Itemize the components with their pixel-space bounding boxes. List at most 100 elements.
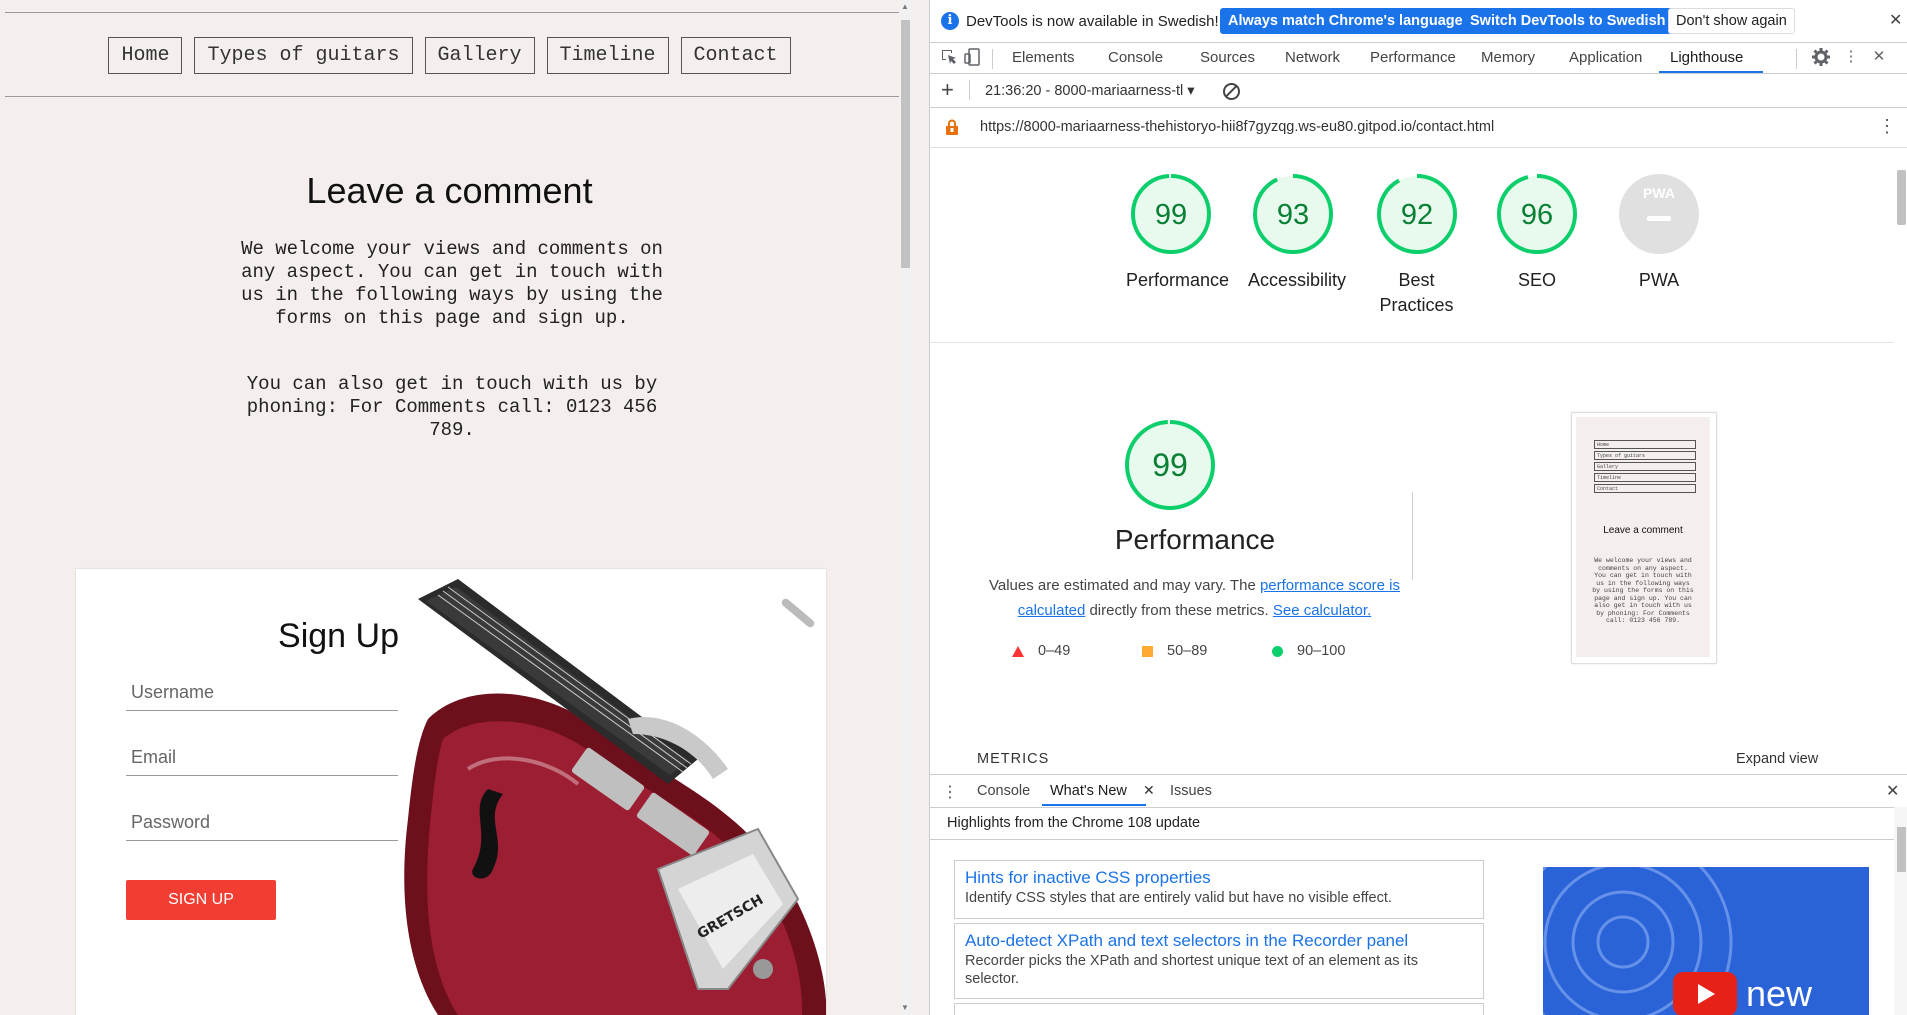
gauge-best-practices[interactable]: 92 Best Practices — [1369, 172, 1464, 318]
scroll-down-arrow-icon[interactable]: ▼ — [901, 1003, 909, 1012]
performance-big-ring: 99 — [1125, 420, 1215, 510]
play-video-icon[interactable] — [1673, 972, 1737, 1015]
splitter[interactable] — [911, 0, 929, 1015]
whats-new-scrollbar[interactable] — [1894, 807, 1907, 1015]
drawer-tab-console[interactable]: Console — [977, 783, 1030, 799]
fail-triangle-icon — [1012, 645, 1024, 657]
whats-new-item-desc: Identify CSS styles that are entirely va… — [965, 890, 1392, 906]
site-nav: Home Types of guitars Gallery Timeline C… — [0, 37, 899, 74]
report-selector[interactable]: 21:36:20 - 8000-mariaarness-tl ▾ — [985, 83, 1195, 99]
gauge-accessibility[interactable]: 93 Accessibility — [1248, 172, 1347, 293]
expand-view-toggle[interactable]: Expand view — [1736, 751, 1818, 767]
gauge-best-practices-score: 92 — [1400, 199, 1432, 231]
nav-home-link[interactable]: Home — [108, 37, 183, 74]
new-report-plus-icon[interactable]: + — [941, 77, 954, 103]
tab-performance[interactable]: Performance — [1370, 49, 1456, 66]
password-input[interactable] — [126, 805, 401, 841]
comment-intro-text: We welcome your views and comments on an… — [241, 238, 663, 329]
whats-new-item[interactable]: Hints for inactive CSS properties Identi… — [954, 860, 1484, 919]
nav-types-link[interactable]: Types of guitars — [194, 37, 413, 74]
more-options-icon[interactable]: ⋮ — [1842, 48, 1860, 66]
gauge-accessibility-label: Accessibility — [1248, 270, 1347, 290]
thumbnail-page: Home Types of guitars Gallery Timeline C… — [1576, 417, 1710, 657]
tab-lighthouse[interactable]: Lighthouse — [1670, 49, 1743, 66]
tab-sources[interactable]: Sources — [1200, 49, 1255, 66]
whats-new-heading: Highlights from the Chrome 108 update — [947, 815, 1201, 831]
tab-console[interactable]: Console — [1108, 49, 1163, 66]
whats-new-video-thumbnail[interactable]: new — [1543, 867, 1869, 1015]
nav-timeline-link[interactable]: Timeline — [546, 37, 669, 74]
drawer-tabbar: ⋮ Console What's New ✕ Issues ✕ — [930, 774, 1907, 808]
email-input[interactable] — [126, 740, 401, 776]
tab-application[interactable]: Application — [1569, 49, 1642, 66]
final-screenshot-thumbnail[interactable]: Home Types of guitars Gallery Timeline C… — [1571, 412, 1717, 664]
settings-gear-icon[interactable] — [1812, 48, 1830, 66]
report-url[interactable]: https://8000-mariaarness-thehistoryo-hii… — [980, 119, 1494, 135]
nav-top-rule — [5, 12, 899, 13]
tab-memory[interactable]: Memory — [1481, 49, 1535, 66]
see-calculator-link[interactable]: See calculator. — [1273, 602, 1371, 619]
vertical-divider — [1412, 492, 1413, 580]
signup-button[interactable]: SIGN UP — [126, 880, 276, 920]
gauge-performance[interactable]: 99 Performance — [1126, 172, 1230, 293]
thumbnail-nav-item: Types of guitars — [1594, 451, 1696, 460]
whats-new-item-partial[interactable] — [954, 1003, 1484, 1015]
report-selector-text: 21:36:20 - 8000-mariaarness-tl — [985, 83, 1184, 99]
drawer-tab-whats-new[interactable]: What's New — [1050, 783, 1127, 799]
gauge-pwa-label: PWA — [1638, 270, 1680, 290]
devtools-panel: i DevTools is now available in Swedish! … — [929, 0, 1907, 1015]
metrics-header: METRICS Expand view — [930, 748, 1894, 770]
switch-language-button[interactable]: Switch DevTools to Swedish — [1462, 8, 1674, 34]
close-devtools-icon[interactable]: ✕ — [1870, 48, 1888, 66]
info-icon: i — [941, 12, 959, 30]
metrics-label: METRICS — [977, 751, 1050, 767]
legend-fail: 0–49 — [1012, 643, 1070, 659]
match-language-button[interactable]: Always match Chrome's language — [1220, 8, 1471, 34]
thumbnail-title: Leave a comment — [1603, 525, 1683, 536]
devtools-tabbar: Elements Console Sources Network Perform… — [930, 43, 1907, 74]
whats-new-item-title[interactable]: Auto-detect XPath and text selectors in … — [965, 930, 1473, 952]
gauge-accessibility-score: 93 — [1277, 199, 1309, 231]
username-input[interactable] — [126, 675, 401, 711]
drawer-tab-issues[interactable]: Issues — [1170, 783, 1212, 799]
clear-reports-icon[interactable] — [1223, 83, 1240, 100]
language-infobar: i DevTools is now available in Swedish! … — [930, 0, 1907, 43]
close-infobar-icon[interactable]: ✕ — [1889, 10, 1902, 30]
website-viewport: Home Types of guitars Gallery Timeline C… — [0, 0, 911, 1015]
report-scroll-thumb[interactable] — [1897, 170, 1906, 225]
whats-new-item[interactable]: Auto-detect XPath and text selectors in … — [954, 923, 1484, 999]
gauge-pwa[interactable]: PWA PWA — [1614, 172, 1704, 293]
device-toolbar-icon[interactable] — [964, 48, 982, 66]
site-scrollbar[interactable]: ▲ ▼ — [899, 0, 911, 1015]
perf-desc-middle: directly from these metrics. — [1085, 602, 1273, 619]
infobar-text: DevTools is now available in Swedish! — [966, 13, 1219, 30]
thumbnail-nav-item: Contact — [1594, 484, 1696, 493]
gauge-seo[interactable]: 96 SEO — [1492, 172, 1582, 293]
report-scrollbar[interactable] — [1894, 150, 1907, 770]
whats-new-header: Highlights from the Chrome 108 update — [930, 807, 1894, 840]
whats-new-scroll-thumb[interactable] — [1897, 827, 1906, 872]
report-menu-icon[interactable]: ⋮ — [1878, 116, 1896, 137]
nav-gallery-link[interactable]: Gallery — [424, 37, 535, 74]
tab-elements[interactable]: Elements — [1012, 49, 1075, 66]
section-divider — [930, 342, 1894, 343]
legend-average: 50–89 — [1142, 643, 1207, 659]
legend-pass: 90–100 — [1272, 643, 1345, 659]
tab-separator — [1796, 49, 1797, 69]
whats-new-item-desc: Recorder picks the XPath and shortest un… — [965, 953, 1418, 987]
close-drawer-icon[interactable]: ✕ — [1886, 781, 1899, 801]
gauge-best-practices-label: Best Practices — [1379, 270, 1454, 315]
scroll-up-arrow-icon[interactable]: ▲ — [901, 2, 909, 11]
gauge-performance-label: Performance — [1126, 270, 1230, 290]
whats-new-item-title[interactable]: Hints for inactive CSS properties — [965, 867, 1473, 889]
tab-network[interactable]: Network — [1285, 49, 1340, 66]
pwa-badge-icon: PWA — [1619, 174, 1699, 254]
inspect-element-icon[interactable] — [940, 48, 958, 66]
drawer-active-indicator — [1042, 804, 1146, 806]
perf-desc-prefix: Values are estimated and may vary. The — [988, 577, 1260, 594]
nav-contact-link[interactable]: Contact — [680, 37, 791, 74]
site-scroll-thumb[interactable] — [901, 20, 910, 268]
close-whats-new-icon[interactable]: ✕ — [1143, 782, 1155, 799]
drawer-menu-icon[interactable]: ⋮ — [942, 782, 958, 802]
dont-show-again-button[interactable]: Don't show again — [1668, 8, 1795, 34]
